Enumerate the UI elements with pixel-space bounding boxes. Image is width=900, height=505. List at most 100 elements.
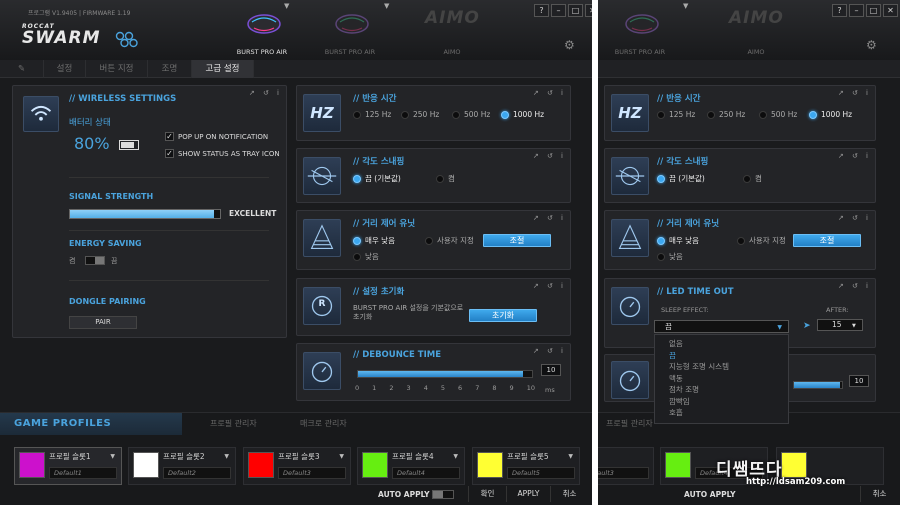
profile-default-name[interactable]: Default3 xyxy=(598,467,649,479)
angle-radio-off[interactable]: 끔 (기본값) xyxy=(657,173,705,184)
close-button[interactable]: ✕ xyxy=(883,4,898,17)
panel-controls[interactable]: ↗ ↺ i xyxy=(838,152,871,160)
profile-default-name[interactable]: Default4 xyxy=(392,467,460,479)
apply-button[interactable]: APPLY xyxy=(506,486,550,502)
lift-radio-custom[interactable]: 사용자 지정 xyxy=(425,235,474,246)
sleep-option-off[interactable]: 끔 xyxy=(669,350,788,362)
chevron-down-icon[interactable]: ▼ xyxy=(453,453,458,460)
profile-color-swatch[interactable] xyxy=(248,452,274,478)
panel-controls[interactable]: ↗ ↺ i xyxy=(838,282,871,290)
tab-lighting[interactable]: 조명 xyxy=(148,60,192,78)
tab-profile-manager[interactable]: 프로필 관리자 xyxy=(606,413,653,435)
sleep-option-pulse[interactable]: 맥동 xyxy=(669,373,788,385)
help-button[interactable]: ? xyxy=(832,4,847,17)
panel-controls[interactable]: ↗ ↺ i xyxy=(838,214,871,222)
tab-button-assignment[interactable]: 버튼 지정 xyxy=(86,60,148,78)
polling-radio-1000[interactable]: 1000 Hz xyxy=(501,110,544,119)
tray-icon-checkbox[interactable]: ✓ SHOW STATUS AS TRAY ICON xyxy=(165,149,280,158)
debounce-value[interactable]: 10 xyxy=(849,375,869,387)
sleep-option-intelligent[interactable]: 지능형 조명 시스템 xyxy=(669,361,788,373)
polling-radio-1000[interactable]: 1000 Hz xyxy=(809,110,852,119)
lift-radio-low[interactable]: 낮음 xyxy=(353,251,379,262)
popup-notification-checkbox[interactable]: ✓ POP UP ON NOTIFICATION xyxy=(165,132,268,141)
profile-color-swatch[interactable] xyxy=(133,452,159,478)
profile-default-name[interactable]: Default5 xyxy=(507,467,575,479)
sleep-option-fade[interactable]: 점차 조명 xyxy=(669,384,788,396)
gear-icon[interactable]: ⚙ xyxy=(564,38,575,52)
gear-icon[interactable]: ⚙ xyxy=(866,38,877,52)
lift-radio-very-low[interactable]: 매우 낮음 xyxy=(353,235,395,246)
profile-color-swatch[interactable] xyxy=(19,452,45,478)
debounce-slider[interactable] xyxy=(793,381,843,389)
profile-slot-3[interactable]: 프로필 슬롯3 ▼ Default3 xyxy=(243,447,351,485)
energy-saving-toggle[interactable] xyxy=(85,256,105,265)
polling-radio-125[interactable]: 125 Hz xyxy=(657,110,695,119)
polling-radio-500[interactable]: 500 Hz xyxy=(452,110,490,119)
after-minutes-select[interactable]: 15 ▼ xyxy=(817,319,863,331)
tab-advanced-settings[interactable]: 고급 설정 xyxy=(192,60,254,78)
device-caret-icon[interactable]: ▼ xyxy=(384,2,389,10)
ok-button[interactable]: 확인 xyxy=(468,486,506,502)
pair-button[interactable]: PAIR xyxy=(69,316,137,329)
adjust-button[interactable]: 조절 xyxy=(483,234,551,247)
panel-controls[interactable]: ↗ ↺ i xyxy=(533,282,566,290)
angle-radio-on[interactable]: 켬 xyxy=(743,173,762,184)
minimize-button[interactable]: – xyxy=(551,4,566,17)
maximize-button[interactable]: □ xyxy=(568,4,583,17)
panel-controls[interactable]: ↗ ↺ i xyxy=(838,89,871,97)
profile-color-swatch[interactable] xyxy=(665,452,691,478)
profile-color-swatch[interactable] xyxy=(362,452,388,478)
polling-radio-250[interactable]: 250 Hz xyxy=(401,110,439,119)
profile-color-swatch[interactable] xyxy=(477,452,503,478)
panel-controls[interactable]: ↗ ↺ i xyxy=(533,89,566,97)
device-caret-icon[interactable]: ▼ xyxy=(683,2,688,10)
cancel-button[interactable]: 취소 xyxy=(860,486,898,502)
close-button[interactable]: ✕ xyxy=(585,4,592,17)
lift-radio-very-low[interactable]: 매우 낮음 xyxy=(657,235,699,246)
polling-radio-125[interactable]: 125 Hz xyxy=(353,110,391,119)
sleep-option-blink[interactable]: 깜빡임 xyxy=(669,396,788,408)
profile-slot-2[interactable]: 프로필 슬롯2 ▼ Default2 xyxy=(128,447,236,485)
profile-default-name[interactable]: Default1 xyxy=(49,467,117,479)
tab-game-profiles[interactable]: GAME PROFILES xyxy=(0,413,182,435)
profile-slot-5[interactable]: 프로필 슬롯5 ▼ Default5 xyxy=(472,447,580,485)
auto-apply-toggle[interactable] xyxy=(432,490,454,499)
maximize-button[interactable]: □ xyxy=(866,4,881,17)
adjust-button[interactable]: 조절 xyxy=(793,234,861,247)
device-tab-burst-pro-air-2[interactable]: BURST PRO AIR xyxy=(598,8,690,56)
polling-radio-500[interactable]: 500 Hz xyxy=(759,110,797,119)
profile-slot-1[interactable]: 프로필 슬롯1 ▼ Default1 xyxy=(14,447,122,485)
panel-controls[interactable]: ↗ ↺ i xyxy=(533,152,566,160)
tab-macro-manager[interactable]: 매크로 관리자 xyxy=(300,413,347,435)
sleep-option-none[interactable]: 없음 xyxy=(669,338,788,350)
angle-radio-on[interactable]: 켬 xyxy=(436,173,455,184)
tab-profile-manager[interactable]: 프로필 관리자 xyxy=(210,413,257,435)
polling-radio-250[interactable]: 250 Hz xyxy=(707,110,745,119)
panel-controls[interactable]: ↗ ↺ i xyxy=(533,347,566,355)
sleep-option-breath[interactable]: 호흡 xyxy=(669,407,788,419)
device-tab-burst-pro-air-1[interactable]: BURST PRO AIR xyxy=(212,8,312,56)
lift-radio-custom[interactable]: 사용자 지정 xyxy=(737,235,786,246)
minimize-button[interactable]: – xyxy=(849,4,864,17)
angle-radio-off[interactable]: 끔 (기본값) xyxy=(353,173,401,184)
device-tab-burst-pro-air-2[interactable]: BURST PRO AIR xyxy=(300,8,400,56)
arrow-right-icon[interactable]: ➤ xyxy=(803,321,811,331)
reset-button[interactable]: 초기화 xyxy=(469,309,537,322)
cancel-button[interactable]: 취소 xyxy=(550,486,588,502)
profile-slot-4[interactable]: 프로필 슬롯4 ▼ Default4 xyxy=(357,447,465,485)
sleep-effect-select[interactable]: 끔 ▼ xyxy=(654,320,789,333)
panel-controls[interactable]: ↗ ↺ i xyxy=(533,214,566,222)
tab-pin[interactable]: ✎ xyxy=(0,60,44,78)
profile-color-swatch[interactable] xyxy=(781,452,807,478)
profile-slot-3[interactable]: Default3 xyxy=(598,447,654,485)
profile-default-name[interactable]: Default2 xyxy=(163,467,231,479)
chevron-down-icon[interactable]: ▼ xyxy=(339,453,344,460)
profile-default-name[interactable]: Default3 xyxy=(278,467,346,479)
chevron-down-icon[interactable]: ▼ xyxy=(224,453,229,460)
chevron-down-icon[interactable]: ▼ xyxy=(568,453,573,460)
debounce-value[interactable]: 10 xyxy=(541,364,561,376)
panel-controls[interactable]: ↗ ↺ i xyxy=(249,89,282,97)
tab-settings[interactable]: 설정 xyxy=(44,60,86,78)
debounce-slider[interactable] xyxy=(357,370,533,378)
lift-radio-low[interactable]: 낮음 xyxy=(657,251,683,262)
